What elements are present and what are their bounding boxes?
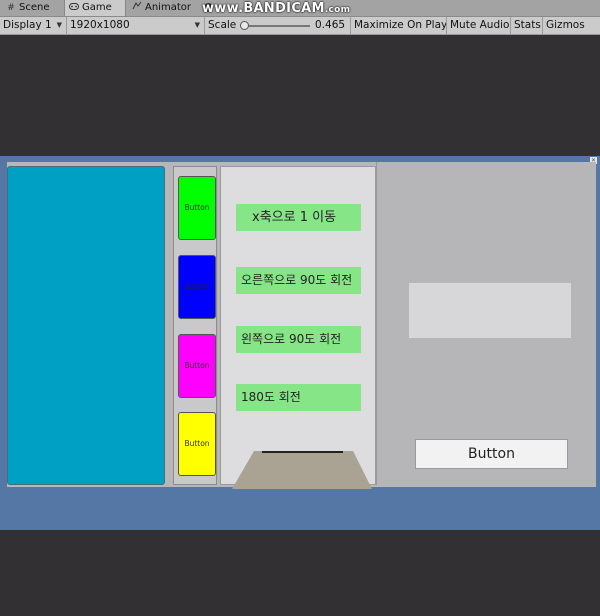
rotate-left-label: 왼쪽으로 90도 회전 — [236, 326, 361, 353]
tab-animator-label: Animator — [145, 2, 191, 13]
display-value: Display 1 — [3, 19, 52, 31]
resolution-value: 1920x1080 — [70, 19, 130, 31]
maximize-label: Maximize On Play — [354, 19, 447, 31]
gizmos-dropdown[interactable]: Gizmos — [543, 17, 600, 34]
scale-slider-track[interactable] — [240, 25, 310, 27]
tab-game[interactable]: Game — [64, 0, 126, 16]
tab-scene-label: Scene — [19, 2, 50, 13]
stats-toggle[interactable]: Stats — [511, 17, 543, 34]
chevron-down-icon: ▼ — [194, 21, 200, 29]
game-canvas: ✕ Button Button Button Button x축으로 1 이동 — [0, 156, 600, 530]
game-view: ✕ Button Button Button Button x축으로 1 이동 — [0, 35, 600, 616]
animator-icon — [132, 0, 142, 16]
magenta-button-label: Button — [184, 361, 210, 370]
mute-audio-toggle[interactable]: Mute Audio — [447, 17, 511, 34]
stats-label: Stats — [514, 19, 541, 31]
scale-value: 0.465 — [315, 19, 346, 31]
floor-platform — [232, 451, 372, 489]
green-button[interactable]: Button — [178, 176, 216, 240]
bandicam-watermark: www.BANDICAM.com — [202, 1, 351, 16]
resolution-dropdown[interactable]: 1920x1080 ▼ — [67, 17, 205, 34]
gizmos-label: Gizmos — [546, 19, 585, 31]
display-dropdown[interactable]: Display 1 ▼ — [0, 17, 67, 34]
scale-label: Scale — [208, 19, 237, 31]
gamepad-icon — [69, 0, 79, 16]
magenta-button[interactable]: Button — [178, 334, 216, 398]
scale-slider-thumb[interactable] — [240, 21, 249, 30]
green-button-label: Button — [184, 203, 210, 212]
hash-icon: # — [7, 3, 15, 13]
game-toolbar: Display 1 ▼ 1920x1080 ▼ Scale 0.465 Maxi… — [0, 17, 600, 35]
yellow-button[interactable]: Button — [178, 412, 216, 476]
chevron-down-icon: ▼ — [56, 21, 62, 29]
yellow-button-label: Button — [184, 439, 210, 448]
blue-button[interactable]: Button — [178, 255, 216, 319]
move-x-label: x축으로 1 이동 — [236, 204, 361, 231]
button-column: Button Button Button Button — [173, 166, 217, 485]
tab-animator[interactable]: Animator — [128, 0, 197, 16]
blue-button-label: Button — [184, 282, 210, 291]
maximize-on-play-toggle[interactable]: Maximize On Play — [351, 17, 447, 34]
editor-tab-bar: # Scene Game Animator www.BANDICAM.com — [0, 0, 600, 17]
right-button-label: Button — [468, 446, 515, 462]
rotate-right-label: 오른쪽으로 90도 회전 — [236, 267, 361, 294]
ui-canvas: Button Button Button Button x축으로 1 이동 오른… — [7, 162, 596, 489]
tab-game-label: Game — [82, 2, 112, 13]
display-box — [409, 283, 571, 338]
right-button[interactable]: Button — [415, 439, 568, 469]
rotate-180-label: 180도 회전 — [236, 384, 361, 411]
mute-label: Mute Audio — [450, 19, 510, 31]
tab-scene[interactable]: # Scene — [2, 0, 56, 16]
right-panel: Button — [376, 162, 596, 485]
cyan-panel — [7, 166, 165, 485]
